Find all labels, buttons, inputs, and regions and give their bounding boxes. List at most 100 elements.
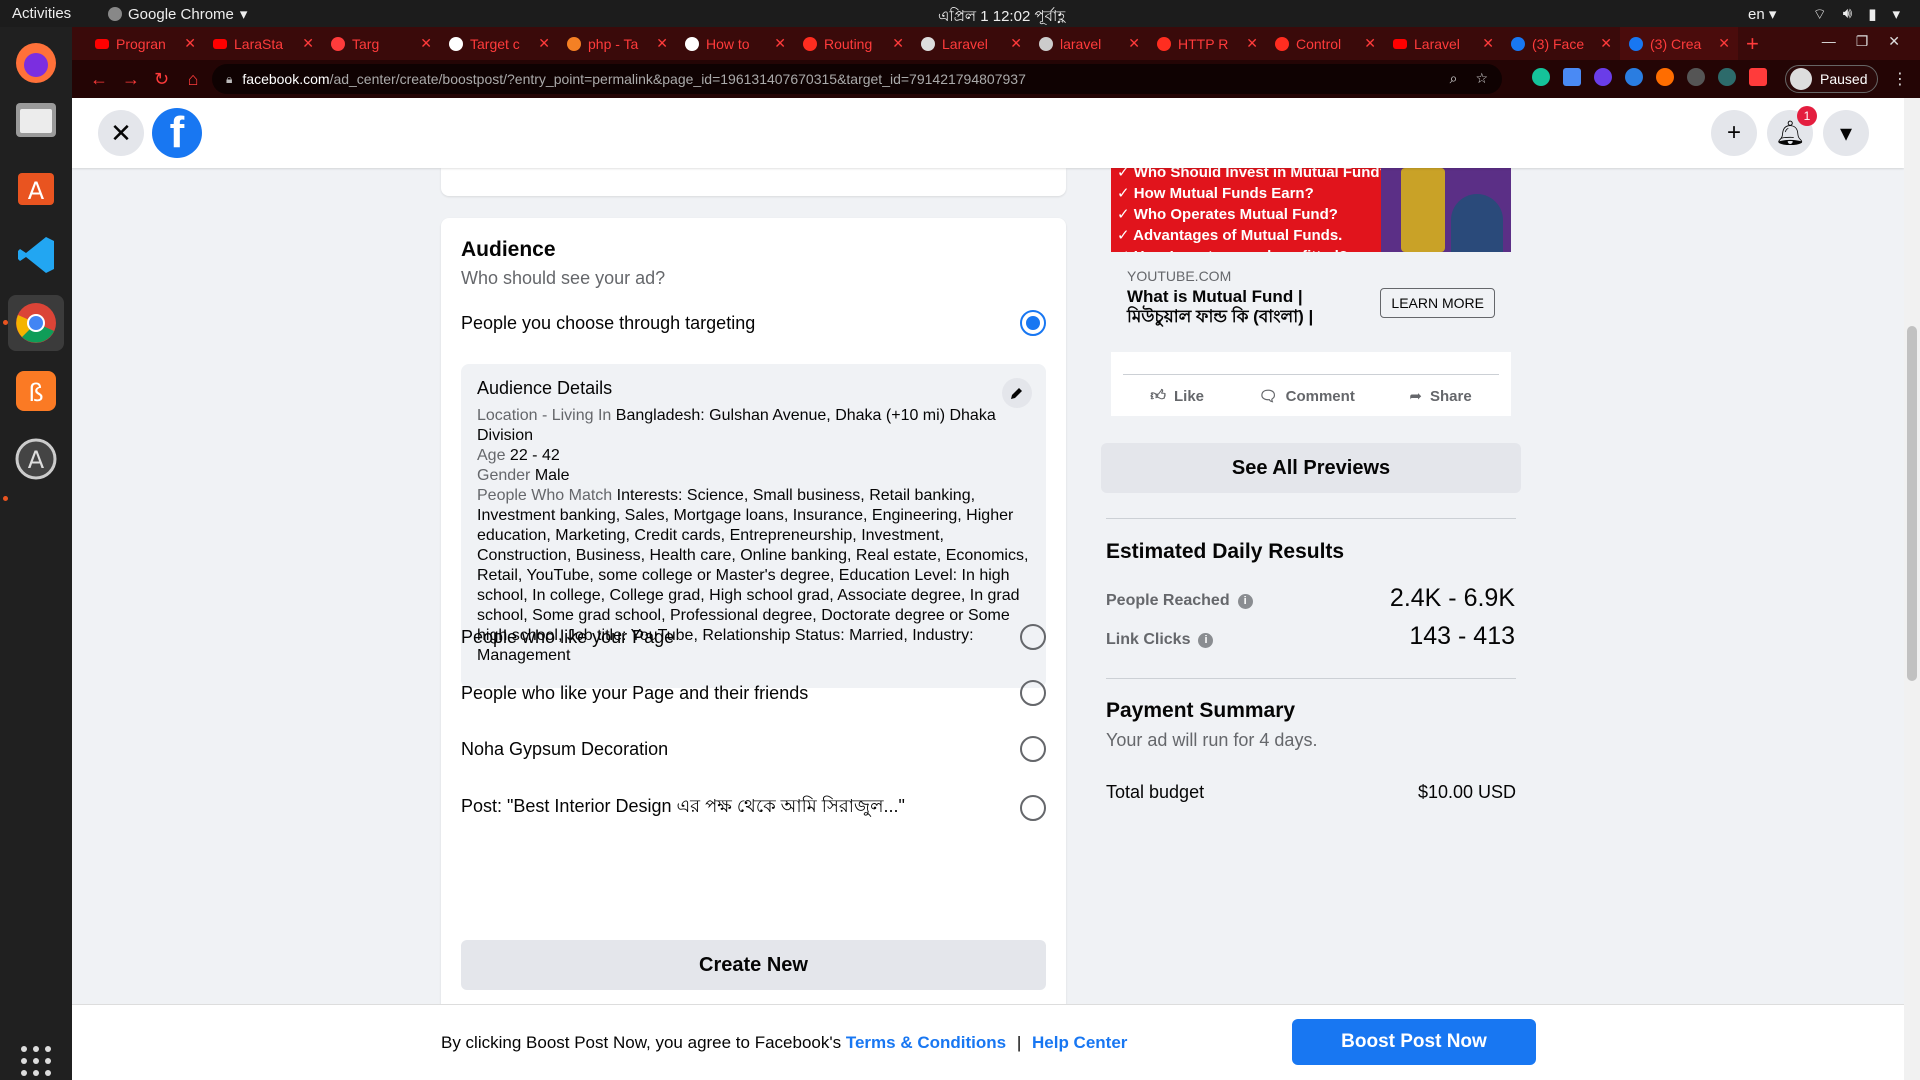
ad-preview: ✓ Who Should Invest in Mutual Fund? ✓ How…: [1111, 168, 1511, 416]
like-button[interactable]: 👍︎ Like: [1150, 387, 1204, 405]
zoom-icon[interactable]: ⌕: [1450, 70, 1458, 87]
xampp-icon[interactable]: ß: [8, 363, 64, 419]
url-host: facebook.com: [242, 71, 330, 87]
bing-icon[interactable]: [1625, 68, 1643, 86]
svg-text:ß: ß: [28, 379, 43, 407]
browser-tab[interactable]: Target c ✕: [440, 27, 558, 60]
tab-close-icon[interactable]: ✕: [774, 35, 786, 52]
browser-tab[interactable]: HTTP R ✕: [1148, 27, 1266, 60]
profile-button[interactable]: Paused: [1785, 65, 1879, 93]
option-label: People you choose through targeting: [461, 312, 756, 333]
browser-tab[interactable]: Routing ✕: [794, 27, 912, 60]
bookmark-star-icon[interactable]: ☆: [1475, 70, 1488, 87]
radio-selected[interactable]: [1020, 310, 1046, 336]
tab-close-icon[interactable]: ✕: [1600, 35, 1612, 52]
back-icon[interactable]: ←: [90, 69, 108, 90]
notifications-button[interactable]: 🔔︎ 1: [1767, 106, 1817, 156]
edit-audience-button[interactable]: [1002, 378, 1032, 408]
info-icon[interactable]: i: [1198, 632, 1214, 648]
show-applications-icon[interactable]: [8, 1033, 64, 1080]
chrome-dock-icon[interactable]: [8, 295, 64, 351]
info-icon[interactable]: i: [1237, 593, 1253, 609]
browser-tab[interactable]: Laravel ✕: [912, 27, 1030, 60]
tab-list: Progran ✕ LaraSta ✕ Targ ✕ Target c ✕ php - Ta ✕ H…: [86, 27, 1738, 60]
see-all-previews-button[interactable]: See All Previews: [1101, 443, 1521, 493]
app-menu[interactable]: Google Chrome ▾: [108, 5, 247, 23]
extension-icon[interactable]: [1656, 68, 1674, 86]
browser-tab[interactable]: php - Ta ✕: [558, 27, 676, 60]
browser-tab[interactable]: (3) Face ✕: [1502, 27, 1620, 60]
close-button[interactable]: ✕: [98, 110, 144, 156]
puzzle-icon[interactable]: [1749, 68, 1767, 86]
browser-tab[interactable]: (3) Crea ✕: [1620, 27, 1738, 60]
tab-close-icon[interactable]: ✕: [892, 35, 904, 52]
radio-unselected[interactable]: [1020, 624, 1046, 650]
radio-unselected[interactable]: [1020, 794, 1046, 821]
create-new-button[interactable]: Create New: [461, 940, 1046, 990]
grammarly-icon[interactable]: [1532, 68, 1550, 86]
ad-link-bar[interactable]: YOUTUBE.COM What is Mutual Fund | মিউচুয…: [1111, 252, 1511, 352]
browser-tab[interactable]: Progran ✕: [86, 27, 204, 60]
share-button[interactable]: ➦ Share: [1409, 387, 1471, 406]
scrollbar-thumb[interactable]: [1907, 326, 1917, 681]
radio-unselected[interactable]: [1020, 736, 1046, 762]
radio-unselected[interactable]: [1020, 680, 1046, 706]
browser-tab[interactable]: laravel ✕: [1030, 27, 1148, 60]
tab-close-icon[interactable]: ✕: [1128, 35, 1140, 52]
maximize-icon[interactable]: ❐: [1856, 33, 1869, 50]
tab-close-icon[interactable]: ✕: [1010, 35, 1022, 52]
browser-tab[interactable]: Targ ✕: [322, 27, 440, 60]
files-icon[interactable]: [8, 91, 64, 147]
reload-icon[interactable]: ↻: [154, 69, 169, 90]
boost-post-now-button[interactable]: Boost Post Now: [1292, 1019, 1536, 1065]
learn-more-button[interactable]: LEARN MORE: [1380, 288, 1495, 318]
link-clicks-label: Link Clicks i: [1106, 631, 1214, 649]
activities-button[interactable]: Activities: [12, 5, 71, 22]
comment-button[interactable]: 🗨︎ Comment: [1259, 387, 1355, 406]
software-center-icon[interactable]: A: [8, 159, 64, 215]
tab-close-icon[interactable]: ✕: [1364, 35, 1376, 52]
menu-kebab-icon[interactable]: ⋮: [1892, 69, 1908, 89]
option-saved-audience[interactable]: Noha Gypsum Decoration: [461, 736, 1046, 762]
create-button[interactable]: +: [1711, 110, 1757, 156]
option-like-page-friends[interactable]: People who like your Page and their frie…: [461, 680, 1046, 706]
tab-close-icon[interactable]: ✕: [538, 35, 550, 52]
extension-icon[interactable]: [1594, 68, 1612, 86]
tab-close-icon[interactable]: ✕: [420, 35, 432, 52]
extension-icon[interactable]: [1718, 68, 1736, 86]
browser-tab[interactable]: How to ✕: [676, 27, 794, 60]
browser-tab[interactable]: Laravel ✕: [1384, 27, 1502, 60]
translate-icon[interactable]: [1563, 68, 1581, 86]
browser-tab[interactable]: LaraSta ✕: [204, 27, 322, 60]
tab-close-icon[interactable]: ✕: [1482, 35, 1494, 52]
firefox-icon[interactable]: [8, 35, 64, 91]
close-icon[interactable]: ✕: [1888, 33, 1900, 50]
facebook-logo[interactable]: f: [152, 108, 202, 158]
updater-icon[interactable]: A: [8, 431, 64, 487]
address-bar[interactable]: 🔒︎ facebook.com/ad_center/create/boostpo…: [212, 64, 1502, 94]
home-icon[interactable]: ⌂: [186, 69, 200, 90]
system-tray[interactable]: ⌔ 🔊︎ ▮ ▾: [1813, 5, 1900, 24]
tab-close-icon[interactable]: ✕: [1718, 35, 1730, 52]
tab-close-icon[interactable]: ✕: [1246, 35, 1258, 52]
tab-close-icon[interactable]: ✕: [302, 35, 314, 52]
browser-tab[interactable]: Control ✕: [1266, 27, 1384, 60]
option-like-page[interactable]: People who like your Page: [461, 624, 1046, 650]
page-scrollbar[interactable]: [1904, 98, 1920, 1080]
account-menu-button[interactable]: ▾: [1823, 110, 1869, 156]
tab-close-icon[interactable]: ✕: [184, 35, 196, 52]
total-budget-row: Total budget $10.00 USD: [1106, 782, 1516, 803]
terms-link[interactable]: Terms & Conditions: [846, 1033, 1006, 1052]
option-targeting[interactable]: People you choose through targeting: [461, 310, 1046, 336]
vscode-icon[interactable]: [8, 227, 64, 283]
new-tab-button[interactable]: +: [1746, 31, 1759, 57]
option-post-engagers[interactable]: Post: "Best Interior Design এর পক্ষ থেকে…: [461, 792, 1046, 823]
extension-icon[interactable]: [1687, 68, 1705, 86]
youtube-icon: [212, 36, 228, 52]
forward-icon[interactable]: →: [122, 69, 140, 90]
language-indicator[interactable]: en ▾: [1748, 5, 1776, 23]
help-center-link[interactable]: Help Center: [1032, 1033, 1127, 1052]
minimize-icon[interactable]: —: [1822, 33, 1836, 50]
age-label: Age: [477, 447, 506, 464]
tab-close-icon[interactable]: ✕: [656, 35, 668, 52]
